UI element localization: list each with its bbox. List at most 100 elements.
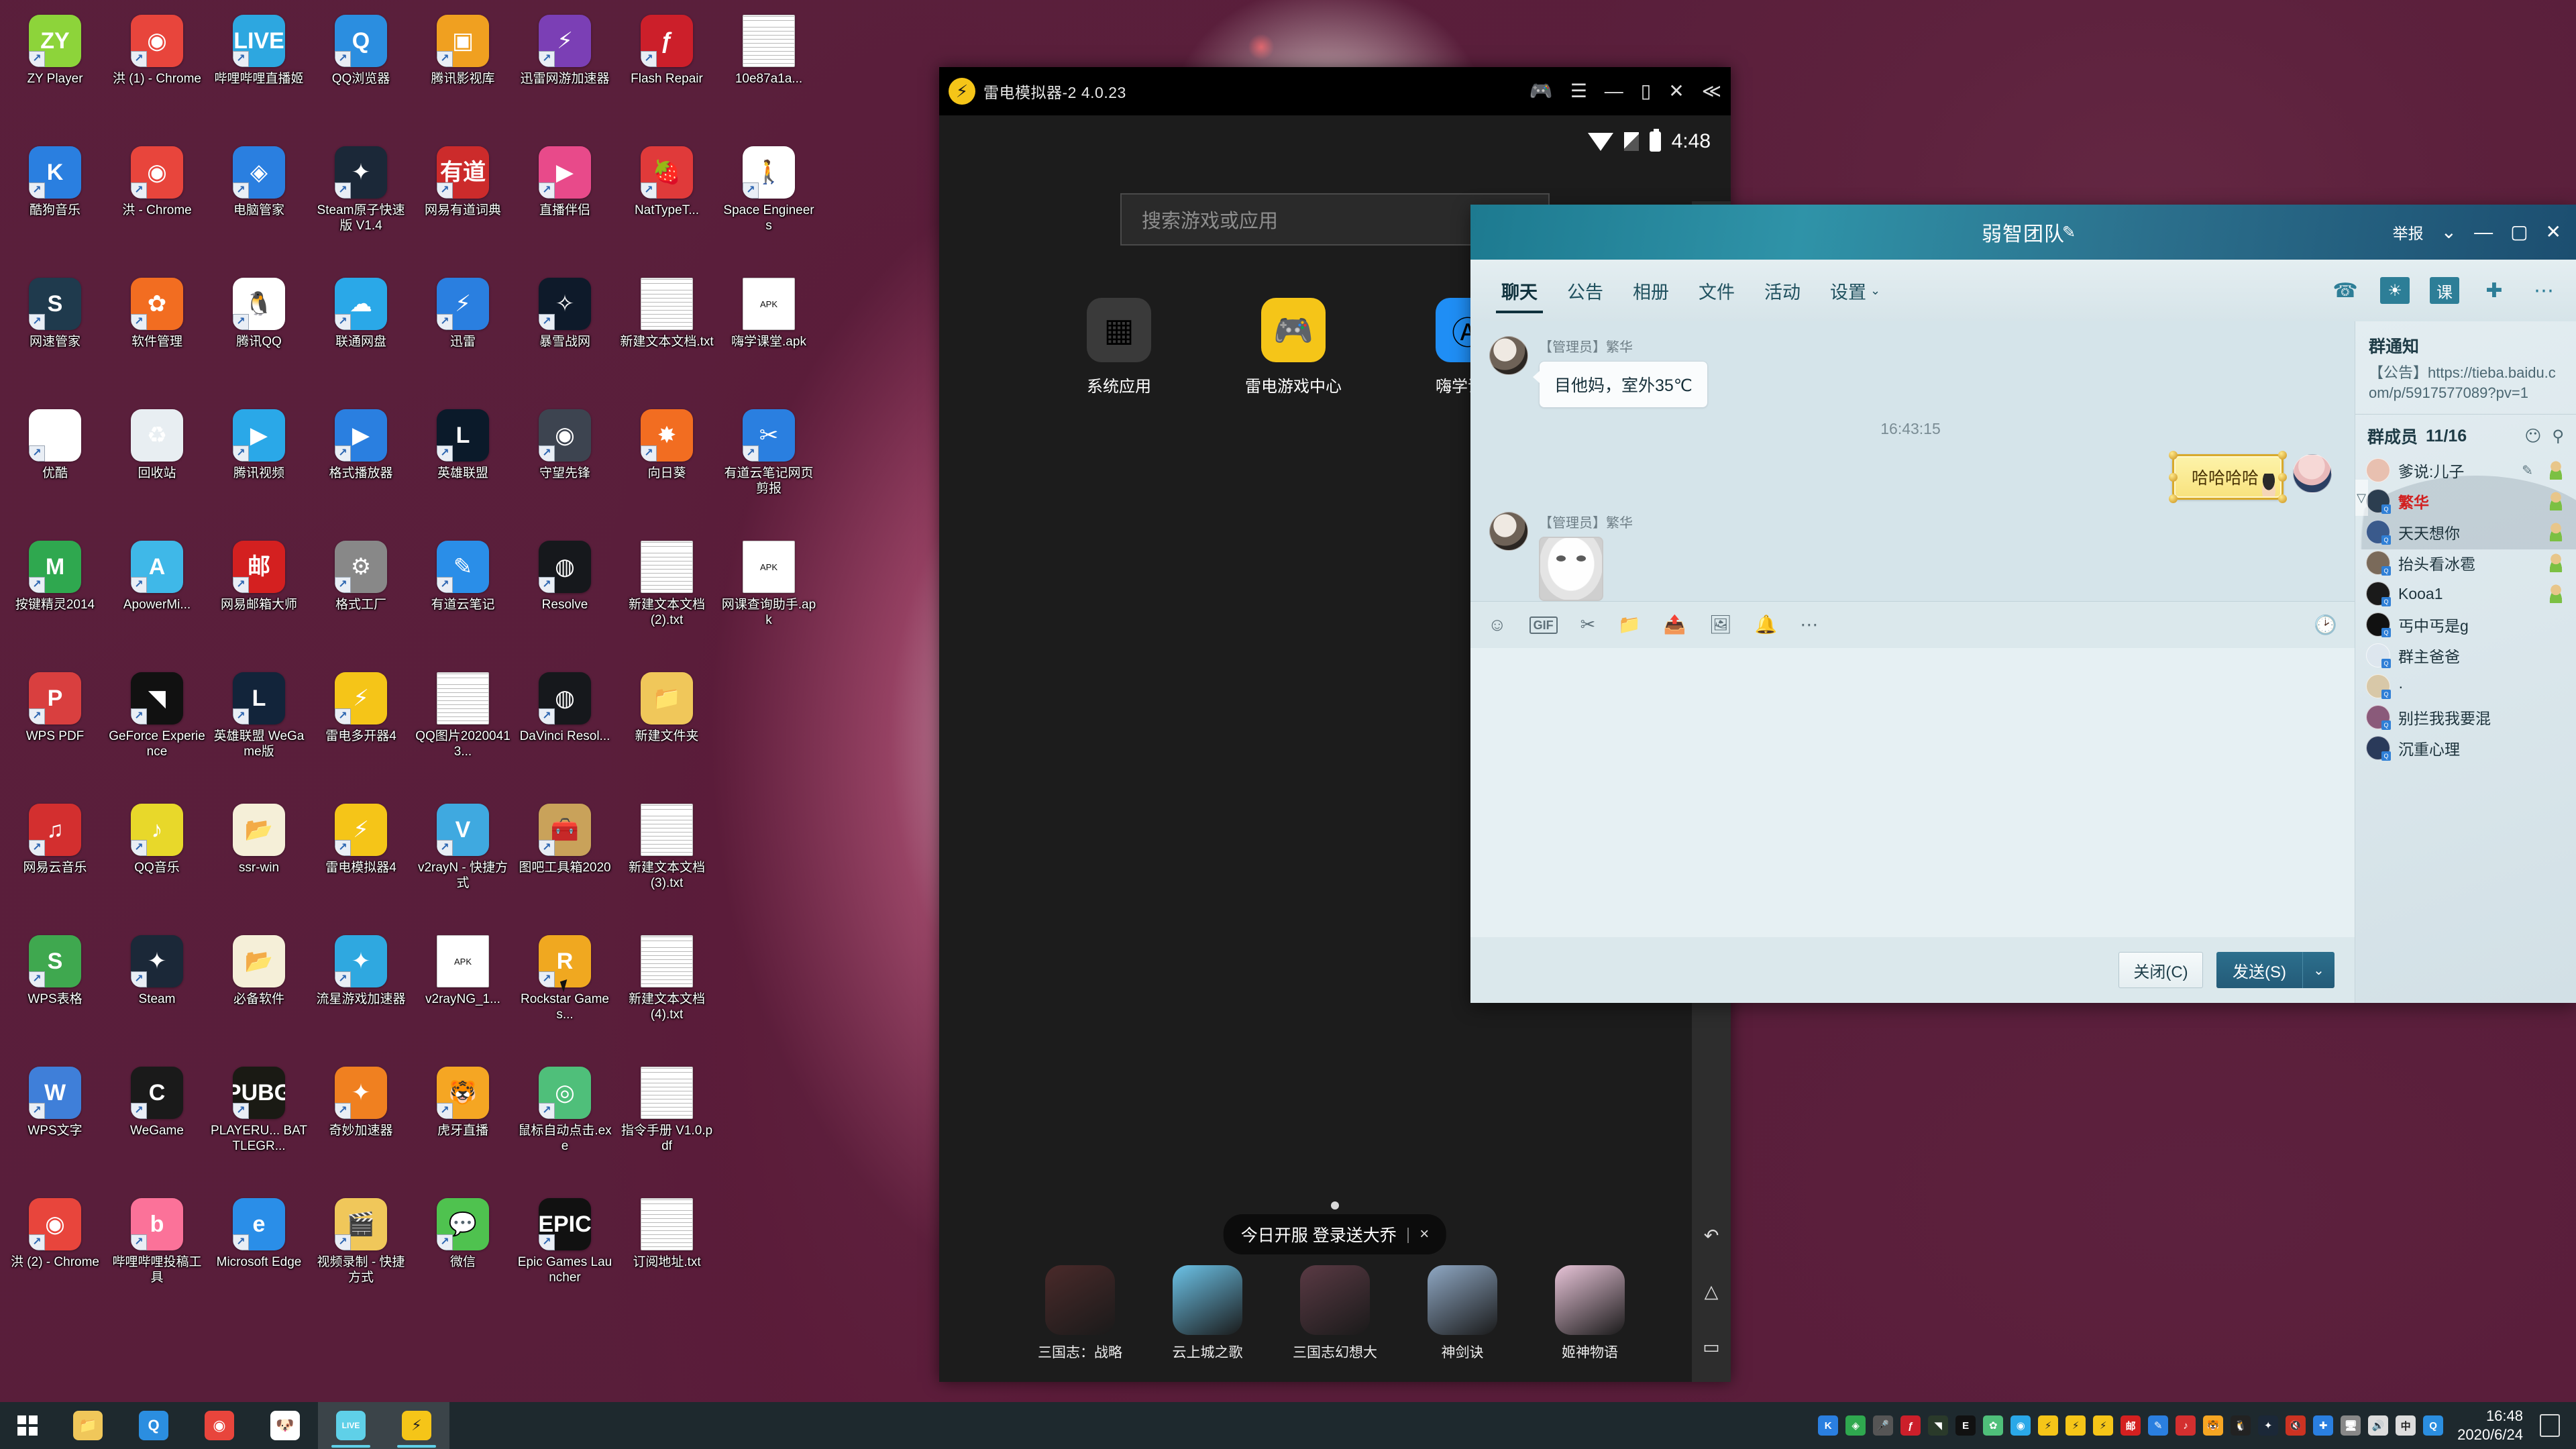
- member-avatar[interactable]: Q: [2366, 736, 2391, 761]
- back-icon[interactable]: ↶: [1704, 1226, 1719, 1246]
- member-avatar[interactable]: Q: [2366, 551, 2391, 576]
- desktop-icon[interactable]: b ↗ 哔哩哔哩投稿工具: [106, 1190, 208, 1322]
- send-button[interactable]: 发送(S): [2216, 952, 2302, 988]
- desktop-icon[interactable]: 📂 必备软件: [208, 927, 310, 1059]
- desktop-icon[interactable]: Y ↗ 优酷: [4, 401, 106, 533]
- file-transfer-icon[interactable]: 📤: [1664, 616, 1686, 634]
- qq-window-controls[interactable]: 举报 ⌄ — ▢ ✕: [2393, 221, 2576, 244]
- flash-tray-icon[interactable]: ƒ: [1900, 1415, 1921, 1436]
- pencil-icon[interactable]: ✎: [2062, 223, 2076, 242]
- microphone-tray-icon[interactable]: 🎤: [1873, 1415, 1894, 1436]
- desktop-icon[interactable]: M ↗ 按键精灵2014: [4, 533, 106, 664]
- taskbar-clock[interactable]: 16:48 2020/6/24: [2451, 1407, 2532, 1444]
- member-list-item[interactable]: Q Kooa1: [2355, 578, 2576, 609]
- desktop-icon[interactable]: 10e87a1a...: [718, 7, 820, 138]
- volume-mute-tray-icon[interactable]: 🔇: [2286, 1415, 2306, 1436]
- member-list-item[interactable]: Q ·: [2355, 671, 2576, 702]
- emulator-game-item[interactable]: 姬神物语: [1542, 1265, 1638, 1362]
- emulator-window-controls[interactable]: 🎮 ☰ — ▯ ✕ ≪: [1529, 82, 1721, 101]
- desktop-icon[interactable]: ◉ ↗ 洪 - Chrome: [106, 138, 208, 270]
- desktop-icon[interactable]: ✸ ↗ 向日葵: [616, 401, 718, 533]
- nvidia-tray-icon[interactable]: ◥: [1928, 1415, 1949, 1436]
- desktop-icon[interactable]: ☁ ↗ 联通网盘: [310, 270, 412, 401]
- desktop-icon[interactable]: ⚡ ↗ 迅雷: [412, 270, 514, 401]
- avatar[interactable]: [1489, 336, 1528, 375]
- avatar[interactable]: [1489, 512, 1528, 551]
- close-chat-button[interactable]: 关闭(C): [2118, 952, 2203, 988]
- steam-tray-icon[interactable]: ✦: [2258, 1415, 2279, 1436]
- emulator-app[interactable]: 🎮 雷电游戏中心: [1240, 298, 1347, 396]
- minimize-button[interactable]: —: [2474, 223, 2493, 241]
- desktop-icon[interactable]: e ↗ Microsoft Edge: [208, 1190, 310, 1322]
- chevron-down-icon[interactable]: ⌄: [1870, 284, 1880, 298]
- desktop-icon[interactable]: ✂ ↗ 有道云笔记网页剪报: [718, 401, 820, 533]
- qq-action-icons[interactable]: ☎ ☀ 课 ✚ ⋯: [2330, 277, 2576, 304]
- desktop-icon[interactable]: ▶ ↗ 直播伴侣: [514, 138, 616, 270]
- desktop-icon[interactable]: ▶ ↗ 格式播放器: [310, 401, 412, 533]
- close-button[interactable]: ✕: [2546, 223, 2561, 241]
- collapse-icon[interactable]: ≪: [1702, 82, 1721, 101]
- desktop-icon[interactable]: P ↗ WPS PDF: [4, 664, 106, 796]
- member-list-item[interactable]: 爹说:儿子 ✎: [2355, 455, 2576, 486]
- emulator-game-item[interactable]: 云上城之歌: [1160, 1265, 1255, 1362]
- desktop-icon[interactable]: S ↗ 网速管家: [4, 270, 106, 401]
- taskbar-button[interactable]: ◉: [186, 1402, 252, 1449]
- action-center-icon[interactable]: [2540, 1414, 2560, 1437]
- member-list-item[interactable]: Q 抬头看冰雹: [2355, 547, 2576, 578]
- emulator-app[interactable]: ▦ 系统应用: [1065, 298, 1173, 396]
- desktop-icon[interactable]: QQ图片20200413...: [412, 664, 514, 796]
- gamepad-icon[interactable]: 🎮: [1529, 82, 1553, 101]
- emulator-titlebar[interactable]: ⚡ 雷电模拟器-2 4.0.23 🎮 ☰ — ▯ ✕ ≪: [939, 67, 1731, 115]
- desktop-icon[interactable]: S ↗ WPS表格: [4, 927, 106, 1059]
- ime-tray-icon[interactable]: 中: [2396, 1415, 2416, 1436]
- desktop-icon[interactable]: ▣ ↗ 腾讯影视库: [412, 7, 514, 138]
- volume-tray-icon[interactable]: 🔊: [2368, 1415, 2389, 1436]
- desktop-icon[interactable]: APK 网课查询助手.apk: [718, 533, 820, 664]
- desktop-icon[interactable]: ⚡ ↗ 迅雷网游加速器: [514, 7, 616, 138]
- desktop-icon[interactable]: 新建文本文档 (2).txt: [616, 533, 718, 664]
- desktop-icon[interactable]: 💬 ↗ 微信: [412, 1190, 514, 1322]
- windows-start-icon[interactable]: [0, 1402, 55, 1449]
- desktop-icon[interactable]: Q ↗ QQ浏览器: [310, 7, 412, 138]
- qq-action-buttons[interactable]: 关闭(C) 发送(S) ⌄: [1470, 937, 2355, 1003]
- home-icon[interactable]: △: [1705, 1281, 1719, 1302]
- qq-titlebar[interactable]: 弱智团队 ✎ 举报 ⌄ — ▢ ✕: [1470, 205, 2576, 260]
- desktop-icon[interactable]: EPIC ↗ Epic Games Launcher: [514, 1190, 616, 1322]
- tab-相册[interactable]: 相册: [1618, 260, 1684, 321]
- kugou-tray-icon[interactable]: K: [1818, 1415, 1839, 1436]
- member-list-item[interactable]: Q 群主爸爸: [2355, 640, 2576, 671]
- chat-history-icon[interactable]: 🕑: [2314, 614, 2337, 636]
- qq-tab-bar[interactable]: 聊天 公告 相册 文件 活动 设置 ⌄ ☎ ☀ 课 ✚ ⋯: [1470, 260, 2576, 321]
- class-icon[interactable]: 课: [2430, 277, 2459, 304]
- group-notice[interactable]: 群通知 【公告】https://tieba.baidu.com/p/591757…: [2355, 321, 2576, 414]
- tab-公告[interactable]: 公告: [1552, 260, 1618, 321]
- system-tray[interactable]: K ◈ 🎤 ƒ ◥ E ✿ ◉ ⚡ ⚡ ⚡ 邮 ✎ ♪ 🐯 🐧 ✦ 🔇 ✚ 🖥 🔊 中 Q 16:48 2020/6/24: [1818, 1407, 2576, 1444]
- qq-music-tray-icon[interactable]: ♪: [2176, 1415, 2196, 1436]
- voice-call-icon[interactable]: ☎: [2330, 277, 2360, 304]
- desktop-icon[interactable]: 📁 新建文件夹: [616, 664, 718, 796]
- close-icon[interactable]: ✕: [1668, 82, 1684, 101]
- tab-文件[interactable]: 文件: [1684, 260, 1750, 321]
- folder-icon[interactable]: 📁: [1618, 616, 1641, 634]
- desktop-icon[interactable]: LIVE ↗ 哔哩哔哩直播姬: [208, 7, 310, 138]
- pencil-icon[interactable]: ✎: [2522, 462, 2533, 479]
- epic-tray-icon[interactable]: E: [1955, 1415, 1976, 1436]
- member-avatar[interactable]: Q: [2366, 520, 2391, 545]
- desktop-icon[interactable]: ♪ ↗ QQ音乐: [106, 796, 208, 927]
- desktop-icon[interactable]: 有道 ↗ 网易有道词典: [412, 138, 514, 270]
- desktop-icon[interactable]: ✦ ↗ Steam原子快速版 V1.4: [310, 138, 412, 270]
- member-avatar[interactable]: [2366, 458, 2390, 482]
- qq-group-chat-window[interactable]: 弱智团队 ✎ 举报 ⌄ — ▢ ✕ 聊天 公告 相册 文件 活动 设置 ⌄ ☎ ☀ 课 ✚ …: [1470, 205, 2576, 1003]
- recents-icon[interactable]: ▭: [1703, 1337, 1720, 1358]
- qq-input-toolbar[interactable]: ☺ GIF ✂ 📁 📤 🖼 🔔 ⋯ 🕑: [1470, 601, 2355, 648]
- video-call-icon[interactable]: ☀: [2380, 277, 2410, 304]
- member-list-item[interactable]: Q 天天想你: [2355, 517, 2576, 547]
- phone-icon[interactable]: ▯: [1641, 82, 1651, 101]
- desktop-icon[interactable]: 🚶 ↗ Space Engineers: [718, 138, 820, 270]
- desktop-icon[interactable]: 🧰 ↗ 图吧工具箱2020: [514, 796, 616, 927]
- qq-penguin-tray-icon[interactable]: 🐧: [2231, 1415, 2251, 1436]
- software-tray-icon[interactable]: ✿: [1983, 1415, 2004, 1436]
- desktop-icon[interactable]: 订阅地址.txt: [616, 1190, 718, 1322]
- desktop-icon[interactable]: 新建文本文档 (3).txt: [616, 796, 718, 927]
- gif-icon[interactable]: GIF: [1529, 616, 1558, 634]
